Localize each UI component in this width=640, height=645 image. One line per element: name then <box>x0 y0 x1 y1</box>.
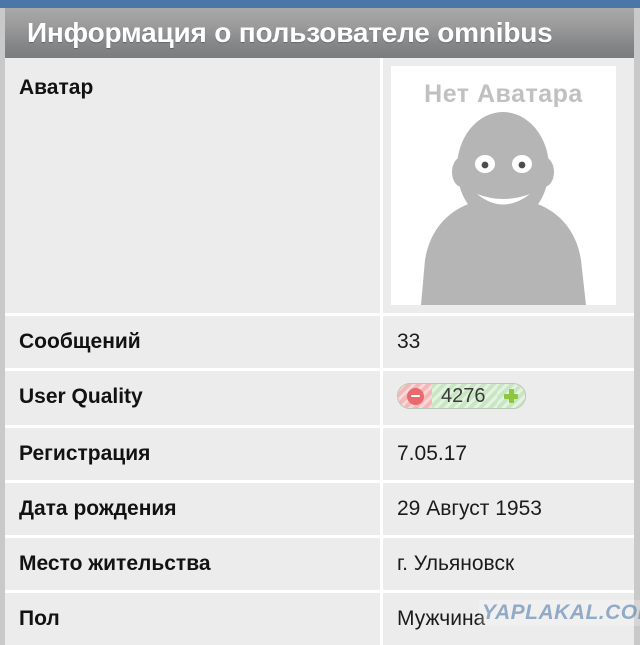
row-value-user-quality: 4276 <box>383 371 634 428</box>
user-quality-score: 4276 <box>432 384 497 408</box>
row-label-avatar: Аватар <box>5 58 383 316</box>
plus-icon <box>503 389 518 403</box>
row-label-user-quality: User Quality <box>5 371 383 428</box>
table-row-user-quality: User Quality 4276 <box>5 371 634 428</box>
profile-page: Информация о пользователе omnibus Аватар… <box>0 0 640 645</box>
user-quality-increase-button[interactable] <box>496 384 525 408</box>
profile-header: Информация о пользователе omnibus <box>5 8 634 58</box>
avatar: Нет Аватара <box>391 66 616 305</box>
row-value-birthdate: 29 Август 1953 <box>383 483 634 538</box>
profile-frame: Информация о пользователе omnibus Аватар… <box>0 8 640 645</box>
page-title: Информация о пользователе omnibus <box>27 17 553 48</box>
table-row-birthdate: Дата рождения 29 Август 1953 <box>5 483 634 538</box>
row-value-avatar: Нет Аватара <box>383 58 634 316</box>
table-row-location: Место жительства г. Ульяновск <box>5 538 634 593</box>
user-info-table: Аватар Нет Аватара Сообщений 33 User Qua… <box>5 58 634 645</box>
row-label-location: Место жительства <box>5 538 383 593</box>
avatar-silhouette-icon <box>421 112 586 305</box>
table-row-messages: Сообщений 33 <box>5 316 634 371</box>
row-label-registration: Регистрация <box>5 428 383 483</box>
table-row-gender: Пол Мужчина <box>5 593 634 645</box>
table-row-avatar: Аватар Нет Аватара <box>5 58 634 316</box>
row-label-messages: Сообщений <box>5 316 383 371</box>
row-value-gender: Мужчина <box>383 593 634 645</box>
user-quality-badge[interactable]: 4276 <box>397 383 526 409</box>
row-value-location: г. Ульяновск <box>383 538 634 593</box>
avatar-placeholder-label: Нет Аватара <box>424 80 583 108</box>
user-quality-decrease-button[interactable] <box>398 384 432 408</box>
row-value-registration: 7.05.17 <box>383 428 634 483</box>
top-accent-bar <box>0 0 640 8</box>
row-label-gender: Пол <box>5 593 383 645</box>
table-row-registration: Регистрация 7.05.17 <box>5 428 634 483</box>
row-value-messages: 33 <box>383 316 634 371</box>
row-label-birthdate: Дата рождения <box>5 483 383 538</box>
minus-circle-icon <box>406 387 424 405</box>
